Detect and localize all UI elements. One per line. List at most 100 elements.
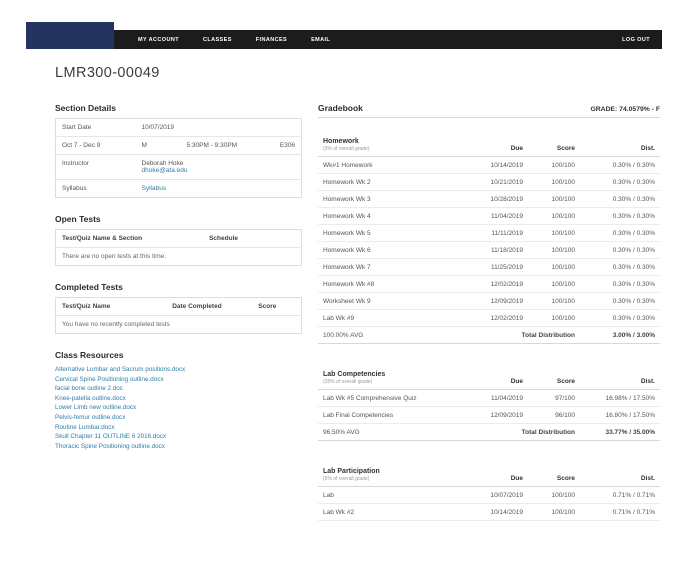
assignment-due: 10/21/2019 (466, 173, 528, 191)
gradebook-row: Homework Wk 5 11/11/2019 100/100 0.30% /… (318, 224, 660, 242)
assignment-score: 100/100 (528, 292, 580, 310)
assignment-score: 100/100 (528, 275, 580, 293)
gradebook-row: Homework Wk 4 11/04/2019 100/100 0.30% /… (318, 207, 660, 225)
assignment-dist: 0.30% / 0.30% (580, 241, 660, 259)
assignment-name: Homework Wk #8 (318, 275, 466, 293)
overall-grade: GRADE: 74.0579% - F (590, 106, 660, 113)
category-title: Lab Competencies (323, 370, 386, 378)
column-due: Due (466, 463, 528, 487)
gradebook-row: Lab Wk #9 12/02/2019 100/100 0.30% / 0.3… (318, 309, 660, 327)
assignment-due: 11/04/2019 (466, 389, 528, 407)
resource-list: Alternative Lumbar and Sacrum positions.… (55, 365, 302, 451)
syllabus-link[interactable]: Syllabus (142, 185, 167, 192)
gradebook-table-homework: Homework (3% of overall grade) Due Score… (318, 133, 660, 344)
category-title: Lab Participation (323, 467, 380, 475)
resource-link[interactable]: facial bone outline 2.doc (55, 384, 302, 394)
assignment-dist: 0.71% / 0.71% (580, 486, 660, 504)
assignment-due: 11/18/2019 (466, 241, 528, 259)
resource-link[interactable]: Pelvis-femur outline.docx (55, 413, 302, 423)
nav-item[interactable]: FINANCES (256, 37, 287, 43)
assignment-score: 100/100 (528, 173, 580, 191)
assignment-name: Lab Wk #2 (318, 503, 466, 521)
schedule-day: M (135, 136, 181, 155)
gradebook-row: Lab Final Competencies 12/09/2019 96/100… (318, 406, 660, 424)
left-column: Section Details Start Date 10/07/2019 Oc… (55, 103, 302, 521)
assignment-dist: 0.30% / 0.30% (580, 224, 660, 242)
assignment-name: Homework Wk 4 (318, 207, 466, 225)
table-header-row: Homework (3% of overall grade) Due Score… (318, 133, 660, 157)
assignment-score: 100/100 (528, 224, 580, 242)
category-title: Homework (323, 137, 359, 145)
assignment-due: 11/25/2019 (466, 258, 528, 276)
resource-link[interactable]: Thoracic Spine Positioning outline.docx (55, 442, 302, 452)
completed-tests: Completed Tests Test/Quiz Name Date Comp… (55, 282, 302, 334)
column-schedule: Schedule (203, 229, 302, 248)
gradebook-table-lab-participation: Lab Participation (5% of overall grade) … (318, 463, 660, 521)
assignment-score: 100/100 (528, 241, 580, 259)
schedule-range: Oct 7 - Dec 9 (55, 136, 136, 155)
gradebook-row: Lab Wk #5 Comprehensive Quiz 11/04/2019 … (318, 389, 660, 407)
top-navigation-bar: MY ACCOUNT CLASSES FINANCES EMAIL LOG OU… (26, 22, 662, 49)
resource-link[interactable]: Knee-patella outline.docx (55, 394, 302, 404)
resource-link[interactable]: Skull Chapter 11 OUTLINE 6 2016.docx (55, 432, 302, 442)
logout-link[interactable]: LOG OUT (622, 37, 650, 43)
assignment-dist: 16.98% / 17.50% (580, 389, 660, 407)
category-average: 100.00% AVG (318, 326, 466, 344)
table-header-row: Test/Quiz Name Date Completed Score (55, 297, 302, 316)
nav-item[interactable]: CLASSES (203, 37, 232, 43)
start-date-value: 10/07/2019 (135, 118, 302, 137)
assignment-score: 96/100 (528, 406, 580, 424)
school-logo[interactable] (26, 22, 114, 49)
nav-item[interactable]: EMAIL (311, 37, 330, 43)
gradebook-row: Homework Wk 3 10/28/2019 100/100 0.30% /… (318, 190, 660, 208)
assignment-score: 100/100 (528, 309, 580, 327)
table-row: Oct 7 - Dec 9 M 5:30PM - 9:30PM E306 (55, 136, 302, 155)
total-distribution-label: Total Distribution (466, 423, 580, 441)
assignment-due: 12/02/2019 (466, 275, 528, 293)
start-date-label: Start Date (55, 118, 136, 137)
assignment-dist: 0.30% / 0.30% (580, 207, 660, 225)
assignment-due: 10/14/2019 (466, 156, 528, 174)
resource-link[interactable]: Alternative Lumbar and Sacrum positions.… (55, 365, 302, 375)
section-details-table: Start Date 10/07/2019 Oct 7 - Dec 9 M 5:… (55, 118, 302, 198)
resource-link[interactable]: Routine Lumbar.docx (55, 423, 302, 433)
resource-link[interactable]: Cervical Spine Positioning outline.docx (55, 375, 302, 385)
instructor-email-link[interactable]: dhoke@ata.edu (142, 167, 188, 174)
nav-menu: MY ACCOUNT CLASSES FINANCES EMAIL (138, 37, 330, 43)
assignment-score: 97/100 (528, 389, 580, 407)
schedule-time: 5:30PM - 9:30PM (180, 136, 263, 155)
column-due: Due (466, 133, 528, 157)
schedule-room: E306 (262, 136, 302, 155)
open-tests: Open Tests Test/Quiz Name & Section Sche… (55, 214, 302, 266)
gradebook-row: Worksheet Wk 9 12/09/2019 100/100 0.30% … (318, 292, 660, 310)
assignment-score: 100/100 (528, 486, 580, 504)
assignment-score: 100/100 (528, 207, 580, 225)
section-details: Section Details Start Date 10/07/2019 Oc… (55, 103, 302, 198)
table-row: You have no recently completed tests (56, 316, 302, 334)
assignment-name: Homework Wk 6 (318, 241, 466, 259)
table-header-row: Lab Participation (5% of overall grade) … (318, 463, 660, 487)
assignment-dist: 0.30% / 0.30% (580, 275, 660, 293)
open-tests-table: Test/Quiz Name & Section Schedule There … (55, 229, 302, 266)
completed-tests-heading: Completed Tests (55, 282, 123, 292)
table-row: Instructor Deborah Hoke dhoke@ata.edu (55, 154, 302, 180)
assignment-dist: 0.30% / 0.30% (580, 258, 660, 276)
completed-tests-table: Test/Quiz Name Date Completed Score You … (55, 297, 302, 334)
gradebook-row: Homework Wk 6 11/18/2019 100/100 0.30% /… (318, 241, 660, 259)
assignment-name: Worksheet Wk 9 (318, 292, 466, 310)
category-cell: Lab Participation (5% of overall grade) (318, 463, 466, 487)
table-header-row: Lab Competencies (35% of overall grade) … (318, 366, 660, 390)
assignment-due: 10/28/2019 (466, 190, 528, 208)
category-total-row: 100.00% AVG Total Distribution 3.00% / 3… (318, 326, 660, 344)
resource-link[interactable]: Lower Limb new outline.docx (55, 403, 302, 413)
assignment-due: 10/07/2019 (466, 486, 528, 504)
total-distribution-value: 3.00% / 3.00% (580, 326, 660, 344)
class-resources: Class Resources Alternative Lumbar and S… (55, 350, 302, 451)
open-tests-heading: Open Tests (55, 214, 101, 224)
category-total-row: 96.50% AVG Total Distribution 33.77% / 3… (318, 423, 660, 441)
assignment-score: 100/100 (528, 503, 580, 521)
gradebook-row: Homework Wk #8 12/02/2019 100/100 0.30% … (318, 275, 660, 293)
gradebook-row: Wk#1 Homework 10/14/2019 100/100 0.30% /… (318, 156, 660, 174)
nav-item[interactable]: MY ACCOUNT (138, 37, 179, 43)
page-title: LMR300-00049 (55, 65, 160, 81)
